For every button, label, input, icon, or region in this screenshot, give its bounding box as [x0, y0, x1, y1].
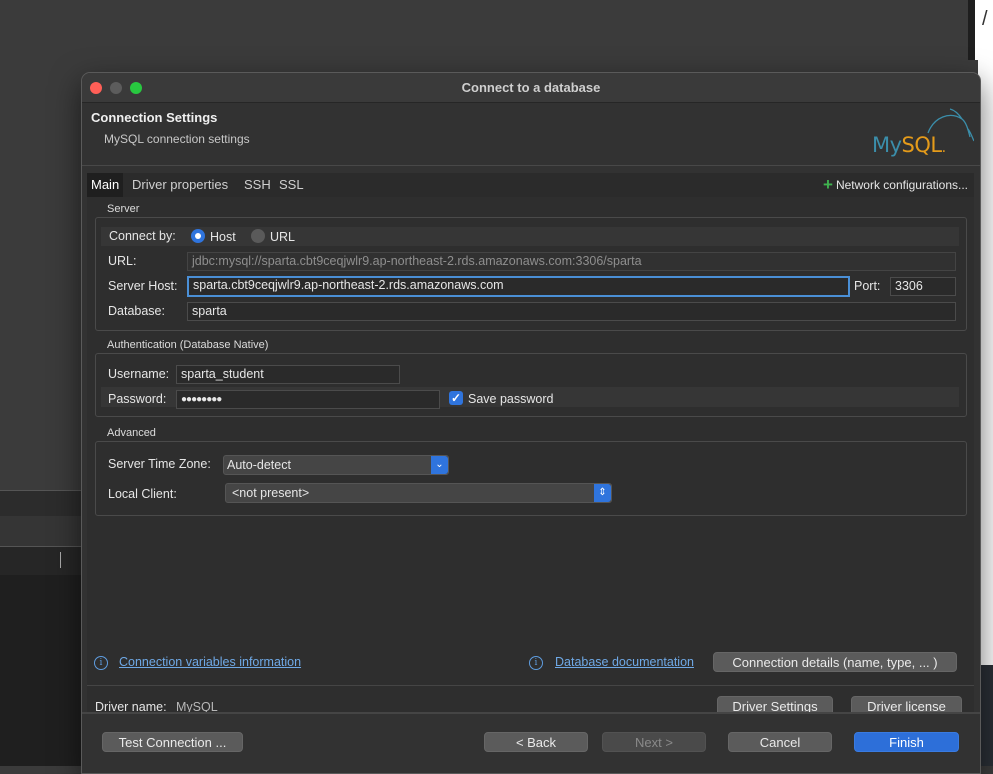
advanced-group-title: Advanced — [107, 427, 156, 439]
background-text-cursor — [60, 552, 61, 568]
background-editor-line[interactable] — [0, 546, 82, 576]
username-input[interactable]: sparta_student — [176, 365, 400, 384]
save-password-checkbox[interactable]: ✓ — [449, 391, 463, 405]
up-down-chevron-icon: ⇕ — [594, 484, 611, 502]
url-label: URL: — [108, 254, 137, 268]
host-radio[interactable] — [191, 229, 205, 243]
password-input[interactable]: ●●●●●●●● — [176, 390, 440, 409]
finish-button[interactable]: Finish — [854, 732, 959, 752]
header-title: Connection Settings — [91, 110, 218, 125]
background-panel-header — [0, 516, 82, 546]
logo-wordmark: MySQL. — [872, 133, 946, 157]
database-input[interactable]: sparta — [187, 302, 956, 321]
logo-sql: SQL — [901, 133, 943, 157]
background-panel-body — [0, 575, 82, 766]
logo-dot: . — [941, 140, 946, 156]
cancel-button[interactable]: Cancel — [728, 732, 832, 752]
plus-icon: + — [823, 175, 833, 194]
connection-details-button[interactable]: Connection details (name, type, ... ) — [713, 652, 957, 672]
dialog-titlebar[interactable]: Connect to a database — [82, 73, 980, 103]
connect-dialog: Connect to a database Connection Setting… — [81, 72, 981, 774]
port-input[interactable]: 3306 — [890, 277, 956, 296]
timezone-value: Auto-detect — [227, 458, 291, 472]
settings-header: Connection Settings MySQL connection set… — [82, 103, 980, 166]
username-label: Username: — [108, 367, 170, 381]
tab-main[interactable]: Main — [87, 173, 124, 197]
auth-group-title: Authentication (Database Native) — [107, 339, 269, 351]
host-radio-label[interactable]: Host — [210, 230, 236, 244]
mysql-logo: MySQL. — [870, 107, 974, 161]
logo-my: My — [872, 133, 902, 157]
dialog-title: Connect to a database — [461, 80, 601, 95]
main-tab-content: Server Connect by: Host URL URL: jdbc:my… — [87, 197, 974, 716]
divider — [87, 685, 974, 686]
port-label: Port: — [854, 279, 881, 293]
connection-variables-link[interactable]: Connection variables information — [119, 655, 301, 669]
tab-driver-properties[interactable]: Driver properties — [128, 173, 232, 197]
timezone-label: Server Time Zone: — [108, 457, 211, 471]
tab-ssl[interactable]: SSL — [275, 173, 308, 197]
info-icon: i — [529, 656, 543, 670]
database-label: Database: — [108, 304, 165, 318]
tab-ssh[interactable]: SSH — [240, 173, 275, 197]
server-host-input[interactable]: sparta.cbt9ceqjwlr9.ap-northeast-2.rds.a… — [187, 276, 850, 297]
next-button[interactable]: Next > — [602, 732, 706, 752]
server-host-label: Server Host: — [108, 279, 178, 293]
database-documentation-link[interactable]: Database documentation — [555, 655, 694, 669]
footer-divider — [82, 713, 980, 714]
test-connection-button[interactable]: Test Connection ... — [102, 732, 243, 752]
advanced-group — [95, 441, 967, 516]
local-client-label: Local Client: — [108, 487, 177, 501]
header-subtitle: MySQL connection settings — [104, 132, 250, 146]
save-password-label[interactable]: Save password — [468, 392, 553, 406]
back-button[interactable]: < Back — [484, 732, 588, 752]
background-text: / — [982, 8, 988, 30]
tab-bar: Main Driver properties SSH SSL + Network … — [87, 173, 974, 197]
background-window-border — [968, 0, 975, 60]
password-label: Password: — [108, 392, 167, 406]
background-panel-toolbar — [0, 490, 82, 517]
local-client-select[interactable]: <not present> ⇕ — [225, 483, 612, 503]
chevron-down-icon: ⌄ — [431, 456, 448, 474]
info-icon: i — [94, 656, 108, 670]
connect-by-label: Connect by: — [109, 229, 176, 243]
server-group-title: Server — [107, 203, 140, 215]
url-radio-label[interactable]: URL — [270, 230, 295, 244]
network-configurations-button[interactable]: + Network configurations... — [823, 173, 968, 197]
local-client-value: <not present> — [232, 486, 310, 500]
timezone-select[interactable]: Auto-detect ⌄ — [223, 455, 449, 475]
url-field[interactable]: jdbc:mysql://sparta.cbt9ceqjwlr9.ap-nort… — [187, 252, 956, 271]
url-radio[interactable] — [251, 229, 265, 243]
network-configurations-label: Network configurations... — [835, 178, 968, 192]
